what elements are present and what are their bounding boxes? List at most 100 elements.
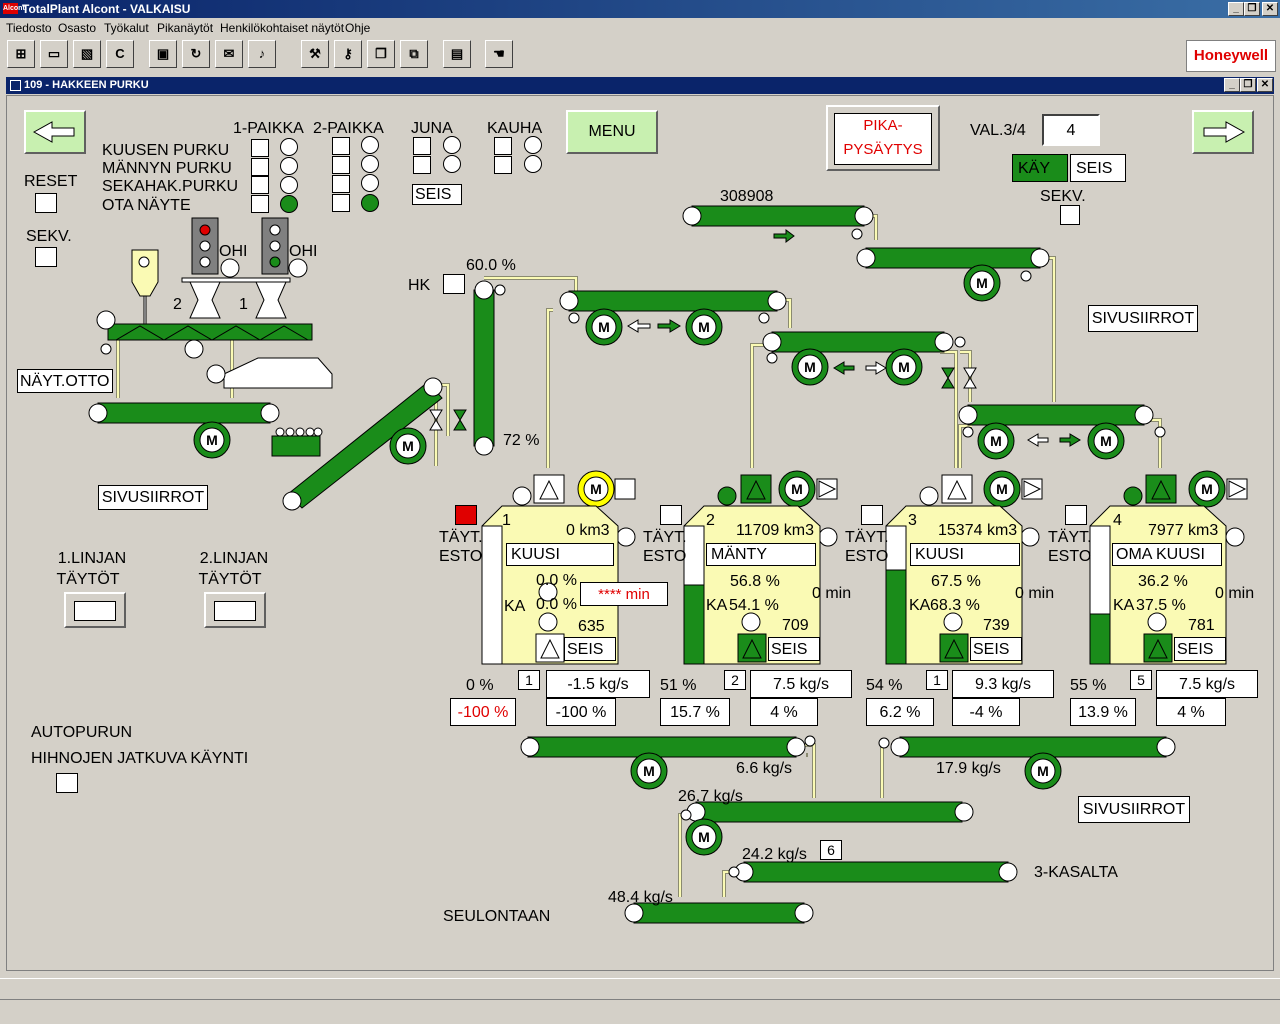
juna-seis-button[interactable]: SEIS: [412, 184, 462, 205]
motor-icon: M: [977, 422, 1015, 460]
silo-4-out-id[interactable]: 5: [1130, 670, 1152, 690]
flow-4-id[interactable]: 6: [820, 840, 842, 860]
back-arrow-button[interactable]: [24, 110, 86, 154]
silo-4-esto: ESTO: [1048, 548, 1092, 565]
checkbox-nayte-1[interactable]: [251, 195, 269, 213]
silo-1-tayt-esto-indicator[interactable]: [455, 505, 477, 525]
kay-button[interactable]: KÄY: [1012, 154, 1068, 182]
silo-2-seis-button[interactable]: SEIS: [768, 637, 820, 661]
sivusiirrot-bottom-button[interactable]: SIVUSIIRROT: [1078, 796, 1190, 823]
silo-1-out-pct: 0 %: [466, 677, 494, 694]
emergency-stop-button[interactable]: PIKA- PYSÄYTYS: [834, 113, 932, 165]
silo-3-type: KUUSI: [910, 543, 1020, 566]
status-bar: [0, 978, 1280, 1000]
silo-1-tayt: TÄYT.: [439, 529, 483, 546]
belt-middle: [771, 331, 945, 353]
silo-1-seis-button[interactable]: SEIS: [564, 637, 616, 661]
motor-icon: M: [983, 470, 1021, 508]
linja1-label-b: TÄYTÖT: [56, 571, 120, 588]
motor-icon: M: [1087, 422, 1125, 460]
sivusiirrot-left-button[interactable]: SIVUSIIRROT: [98, 485, 208, 510]
linja1-button[interactable]: [64, 592, 126, 628]
silo-3-set[interactable]: 6.2 %: [866, 698, 934, 726]
seulontaan-label: SEULONTAAN: [443, 908, 551, 925]
sekv-left-checkbox[interactable]: [35, 247, 57, 267]
row-ota-nayte: OTA NÄYTE: [102, 197, 191, 214]
silo-1-esto: ESTO: [439, 548, 483, 565]
belt-right: [967, 404, 1145, 426]
silo-2-tayt: TÄYT.: [643, 529, 687, 546]
silo-2-tayt-esto-checkbox[interactable]: [660, 505, 682, 525]
flow-4: 24.2 kg/s: [742, 846, 807, 863]
checkbox-seka-1[interactable]: [251, 176, 269, 194]
checkbox-manty-1[interactable]: [251, 158, 269, 176]
silo-2-set[interactable]: 15.7 %: [660, 698, 730, 726]
silo-2-min: 0 min: [812, 585, 852, 602]
flow-5: 48.4 kg/s: [608, 889, 673, 906]
lamp-seka-2: [361, 174, 379, 192]
col-2-paikka: 2-PAIKKA: [313, 120, 384, 137]
checkbox-juna-1[interactable]: [413, 137, 431, 155]
silo-2-flow: 7.5 kg/s: [750, 670, 852, 698]
checkbox-kauha-2[interactable]: [494, 156, 512, 174]
silo-4-bottom[interactable]: 4 %: [1156, 698, 1226, 726]
silo-2-number: 2: [706, 512, 715, 529]
checkbox-seka-2[interactable]: [332, 175, 350, 193]
checkbox-nayte-2[interactable]: [332, 194, 350, 212]
reset-checkbox[interactable]: [35, 193, 57, 213]
silo-3-bottom[interactable]: -4 %: [952, 698, 1020, 726]
silo-3-ka: KA: [909, 597, 931, 614]
ohi-label-2: OHI: [289, 243, 318, 260]
motor-icon: M: [193, 421, 231, 459]
svg-text:M: M: [402, 438, 414, 454]
silo-1-number: 1: [502, 512, 511, 529]
silo-3-tayt: TÄYT.: [845, 529, 889, 546]
silo-4-set[interactable]: 13.9 %: [1070, 698, 1136, 726]
silo-4-out-pct: 55 %: [1070, 677, 1107, 694]
lamp-kauha-1: [524, 136, 542, 154]
checkbox-kauha-1[interactable]: [494, 137, 512, 155]
silo-4-tayt-esto-checkbox[interactable]: [1065, 505, 1087, 525]
jatkuva-checkbox[interactable]: [56, 773, 78, 793]
nayt-otto-label[interactable]: NÄYT.OTTO: [17, 369, 113, 393]
checkbox-juna-2[interactable]: [413, 156, 431, 174]
forward-arrow-button[interactable]: [1192, 110, 1254, 154]
silo-2-bottom[interactable]: 4 %: [750, 698, 818, 726]
svg-text:M: M: [791, 481, 803, 497]
emergency-stop-frame[interactable]: PIKA- PYSÄYTYS: [826, 105, 940, 171]
silo-1-set[interactable]: -100 %: [450, 698, 516, 726]
silo-4-seis-button[interactable]: SEIS: [1174, 637, 1226, 661]
lamp-nayte-1: [280, 195, 298, 213]
svg-text:M: M: [643, 763, 655, 779]
silo-1-out-id[interactable]: 1: [518, 670, 540, 690]
sivusiirrot-right-button[interactable]: SIVUSIIRROT: [1088, 305, 1198, 332]
silo-2-level: 709: [782, 617, 809, 634]
hk-checkbox[interactable]: [443, 274, 465, 294]
val-value-field[interactable]: 4: [1042, 114, 1100, 146]
sekv-top-checkbox[interactable]: [1060, 205, 1080, 225]
lamp-kuusi-1: [280, 138, 298, 156]
silo-3-tayt-esto-checkbox[interactable]: [861, 505, 883, 525]
linja2-label-a: 2.LINJAN: [199, 550, 269, 567]
motor-icon: M: [577, 470, 615, 508]
motor-icon: M: [963, 264, 1001, 302]
seis-button[interactable]: SEIS: [1070, 154, 1126, 182]
silo-3-out-id[interactable]: 1: [926, 670, 948, 690]
col-1-paikka: 1-PAIKKA: [233, 120, 304, 137]
silo-3-seis-button[interactable]: SEIS: [970, 637, 1022, 661]
silo-2-out-id[interactable]: 2: [724, 670, 746, 690]
silo-1-bottom[interactable]: -100 %: [546, 698, 616, 726]
pika-label: PIKA-: [863, 117, 903, 134]
checkbox-manty-2[interactable]: [332, 156, 350, 174]
svg-text:M: M: [990, 433, 1002, 449]
checkbox-kuusi-2[interactable]: [332, 137, 350, 155]
linja2-button[interactable]: [204, 592, 266, 628]
sekv-left-label: SEKV.: [26, 228, 72, 245]
silo-3-ka-value: 68.3 %: [930, 597, 980, 614]
silo-3-pct: 67.5 %: [931, 573, 981, 590]
checkbox-kuusi-1[interactable]: [251, 139, 269, 157]
silo-4-tayt: TÄYT.: [1048, 529, 1092, 546]
silo-2-ka-value: 54.1 %: [729, 597, 779, 614]
menu-button[interactable]: MENU: [566, 110, 658, 154]
belt-top: [691, 205, 865, 227]
